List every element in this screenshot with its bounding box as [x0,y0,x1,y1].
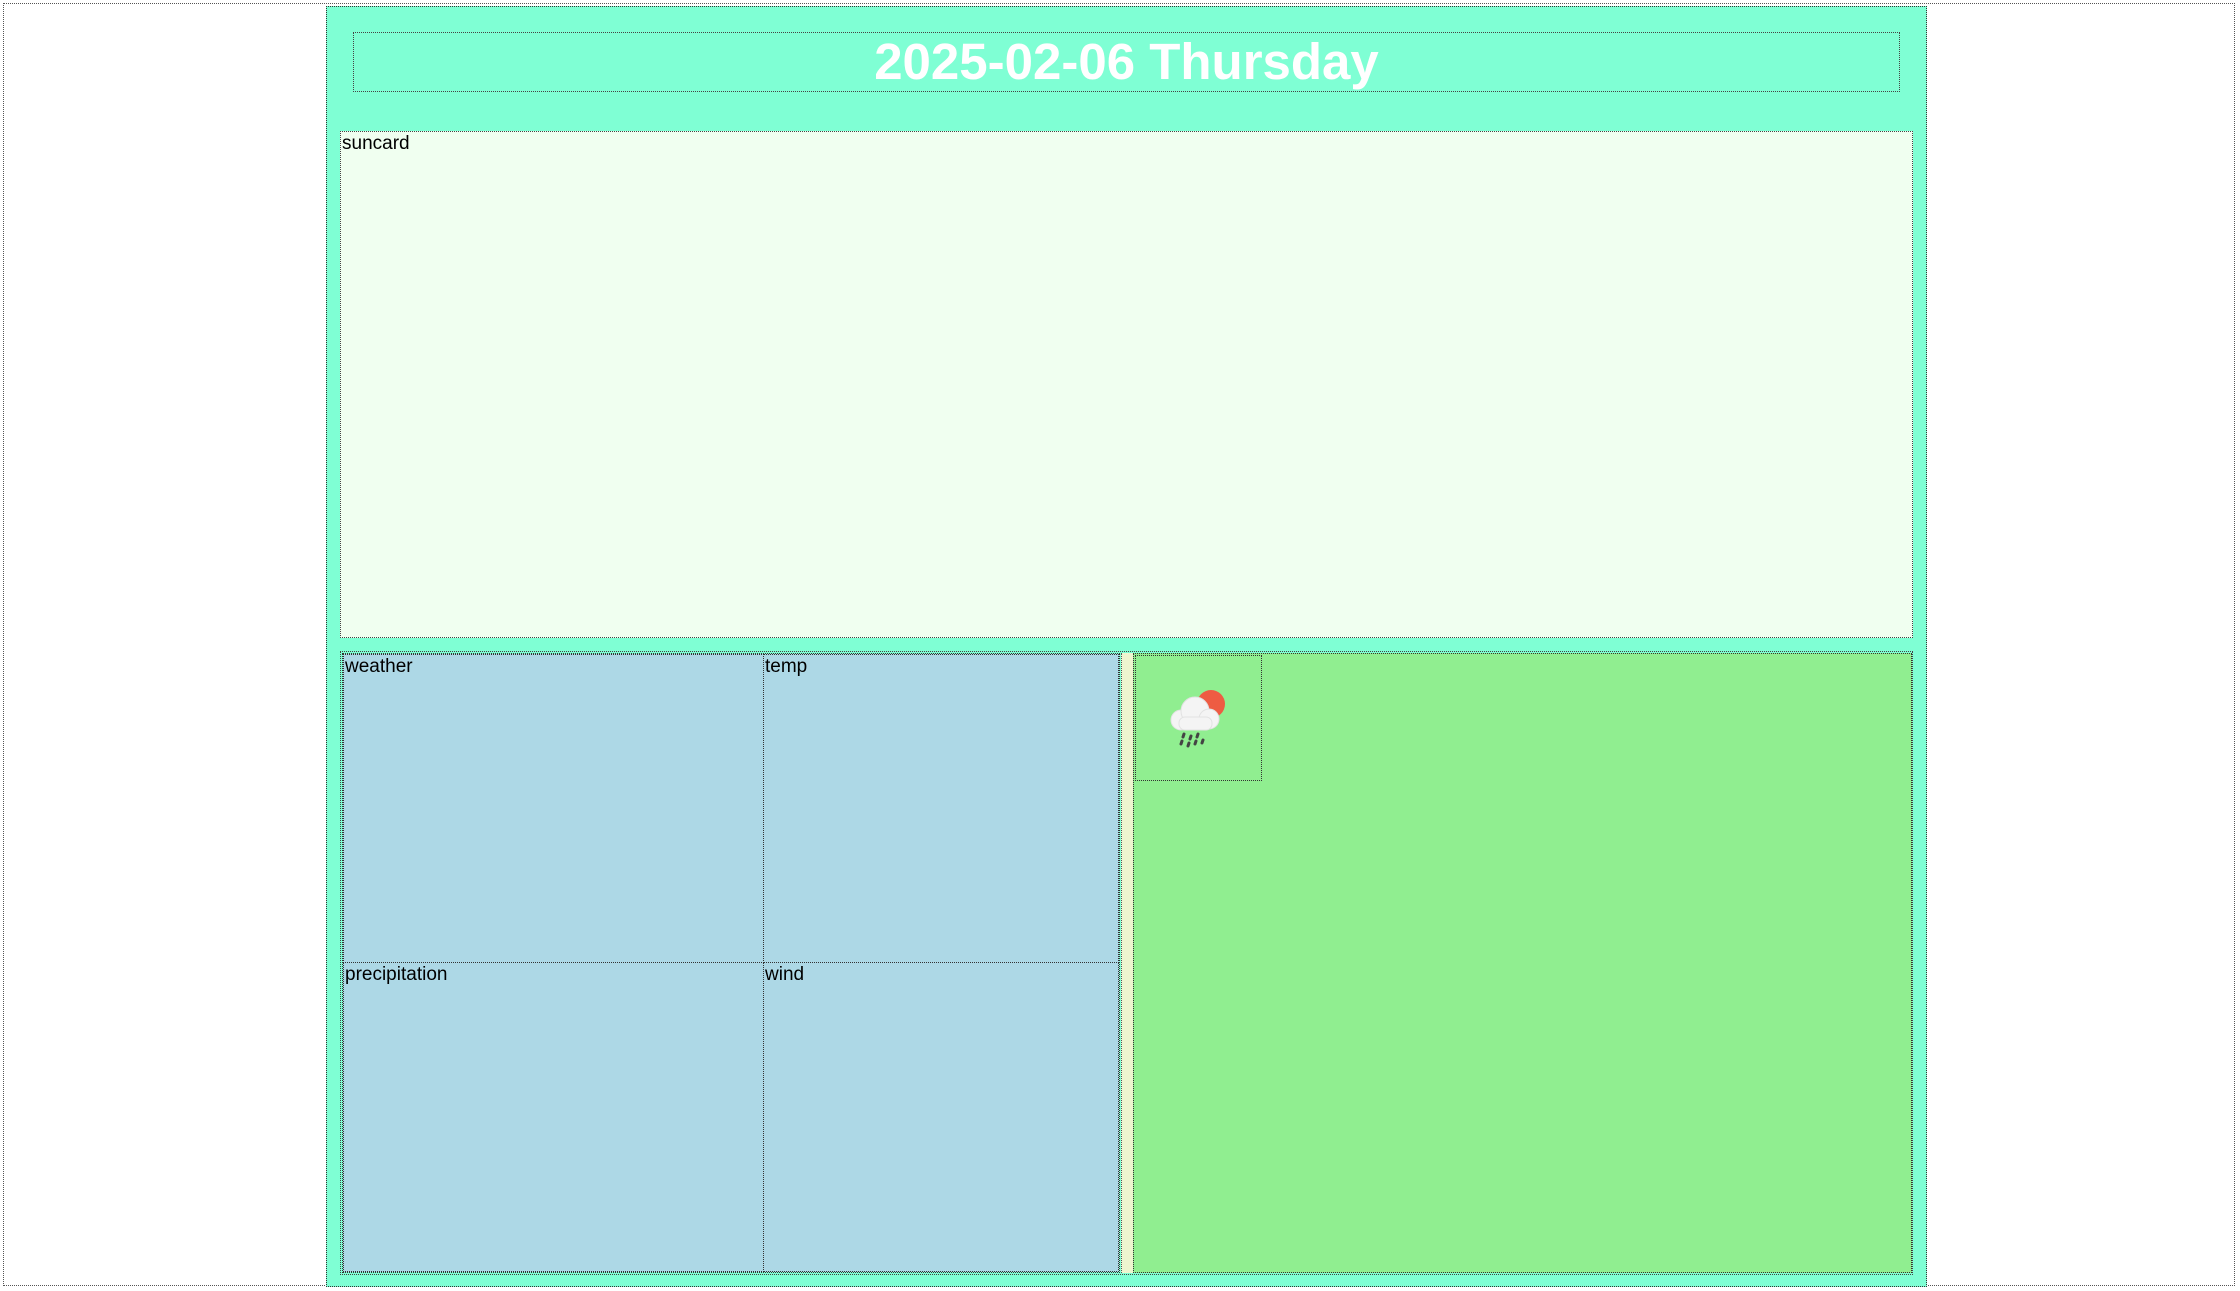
cloud-sun-rain-icon [1170,690,1225,748]
wind-card-label: wind [765,964,805,985]
temp-card-label: temp [765,656,808,677]
precipitation-card: precipitation [343,962,764,1272]
weather-cards-grid: weather temp precipitation wind [342,653,1120,1273]
weather-dashboard: 2025-02-06 Thursday suncard weather temp… [326,6,1927,1287]
temp-card: temp [763,654,1119,963]
weather-card-label: weather [345,656,413,677]
suncard-label: suncard [342,133,410,154]
bottom-section: weather temp precipitation wind [340,651,1913,1275]
wind-card: wind [763,962,1119,1272]
forecast-panel [1133,653,1912,1273]
date-header: 2025-02-06 Thursday [353,32,1900,92]
weather-card: weather [343,654,764,963]
page-title: 2025-02-06 Thursday [874,33,1379,90]
precipitation-card-label: precipitation [345,964,448,985]
rain-drops [1179,732,1205,748]
weather-icon-box [1135,655,1262,781]
suncard-panel: suncard [340,131,1913,638]
